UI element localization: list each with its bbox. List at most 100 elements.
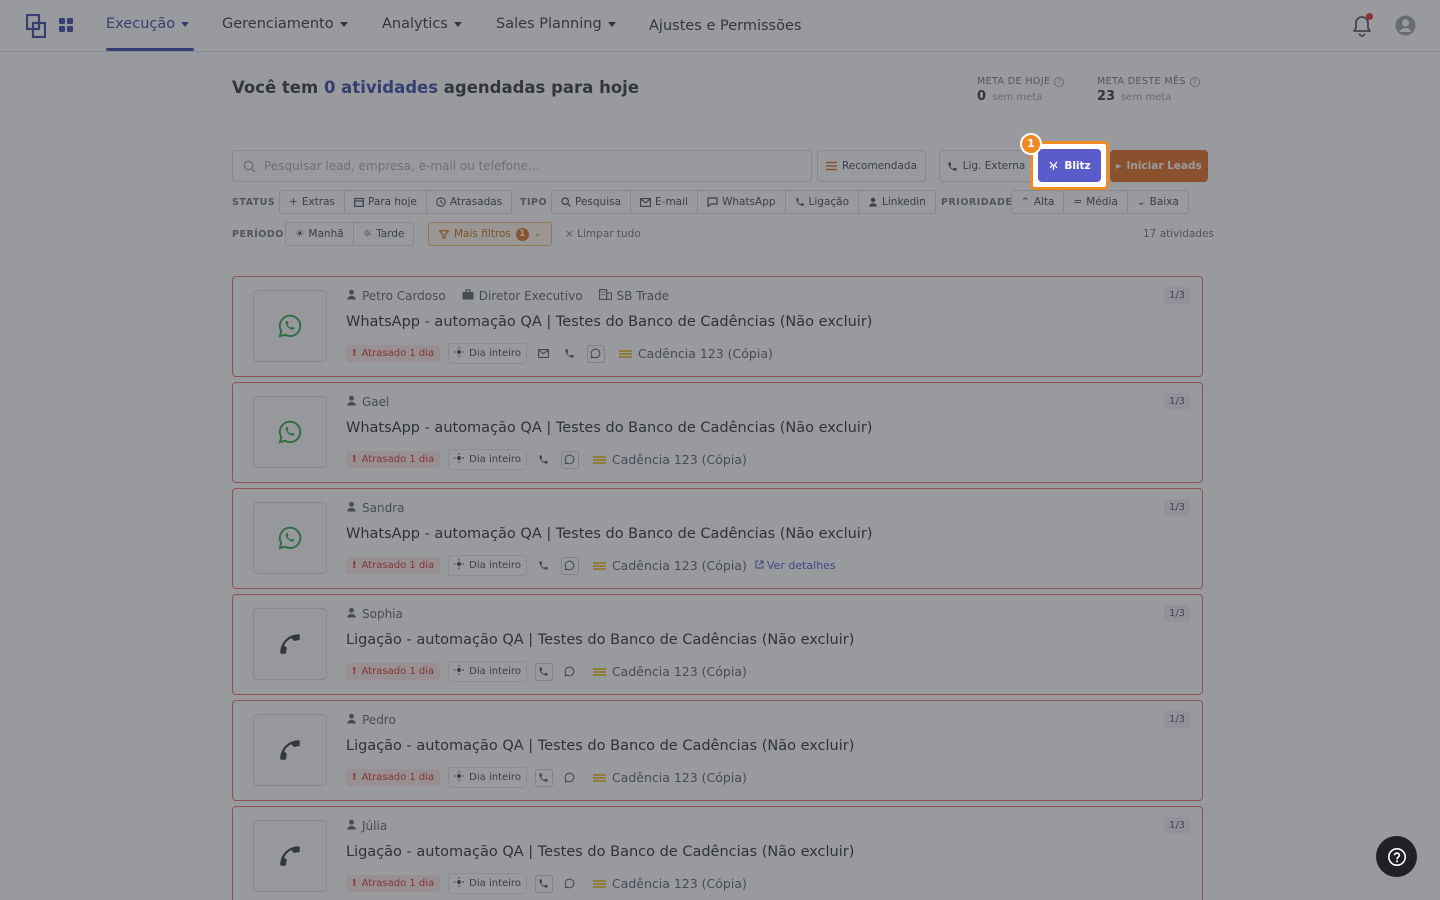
sun-icon xyxy=(454,665,465,678)
all-day-label: Dia inteiro xyxy=(469,348,521,359)
external-link-icon xyxy=(755,559,764,572)
whatsapp-channel-icon[interactable] xyxy=(586,344,605,363)
recommended-sort-button[interactable]: Recomendada xyxy=(817,150,926,182)
cadence-name[interactable]: Cadência 123 (Cópia) xyxy=(612,664,747,679)
cadence-name[interactable]: Cadência 123 (Cópia) xyxy=(612,770,747,785)
person-icon xyxy=(346,395,357,409)
search-input[interactable] xyxy=(264,159,784,173)
filter-para-hoje[interactable]: Para hoje xyxy=(345,191,427,213)
activity-title[interactable]: Ligação - automação QA | Testes do Banco… xyxy=(346,738,854,754)
phone-channel-icon[interactable] xyxy=(561,345,579,363)
building-icon xyxy=(598,289,612,303)
activity-title[interactable]: Ligação - automação QA | Testes do Banco… xyxy=(346,632,854,648)
lead-company[interactable]: SB Trade xyxy=(617,289,670,303)
late-badge: ! Atrasado 1 dia xyxy=(346,663,441,680)
whatsapp-type-tile[interactable] xyxy=(253,290,327,362)
external-call-button[interactable]: Lig. Externa xyxy=(939,150,1032,182)
view-details-link[interactable]: Ver detalhes xyxy=(755,559,836,572)
activity-title[interactable]: WhatsApp - automação QA | Testes do Banc… xyxy=(346,420,872,436)
more-filters-label: Mais filtros xyxy=(454,228,511,240)
phone-channel-icon[interactable] xyxy=(534,662,553,681)
active-tab-indicator xyxy=(106,48,194,51)
goal-today-sub: sem meta xyxy=(992,92,1043,103)
phone-type-tile[interactable] xyxy=(253,608,327,680)
alert-icon: ! xyxy=(352,454,357,465)
sunset-icon: ☼ xyxy=(362,228,373,240)
whatsapp-type-tile[interactable] xyxy=(253,396,327,468)
filter-ligacao[interactable]: Ligação xyxy=(786,191,860,213)
lead-meta: Petro Cardoso Diretor Executivo SB Trade xyxy=(346,289,669,303)
activity-title[interactable]: WhatsApp - automação QA | Testes do Banc… xyxy=(346,314,872,330)
clear-all-button[interactable]: × Limpar tudo xyxy=(565,228,641,240)
filter-manha[interactable]: ☀ Manhã xyxy=(286,223,354,245)
type-filter-label: TIPO xyxy=(520,197,548,208)
filter-pesquisa[interactable]: Pesquisa xyxy=(552,191,632,213)
lead-name[interactable]: Petro Cardoso xyxy=(362,289,446,303)
filter-whatsapp[interactable]: WhatsApp xyxy=(698,191,786,213)
apps-grid-icon[interactable] xyxy=(58,17,74,33)
filter-baixa[interactable]: ⌄ Baixa xyxy=(1128,191,1188,213)
nav-gerenciamento[interactable]: Gerenciamento xyxy=(222,16,348,32)
phone-type-tile[interactable] xyxy=(253,820,327,892)
whatsapp-type-tile[interactable] xyxy=(253,502,327,574)
phone-channel-icon[interactable] xyxy=(534,768,553,787)
lead-name[interactable]: Júlia xyxy=(362,819,387,833)
filter-alta[interactable]: ⌃ Alta xyxy=(1012,191,1065,213)
cadence-step-badge: 1/3 xyxy=(1164,605,1190,622)
help-circle-icon[interactable]: ? xyxy=(1189,76,1200,87)
blitz-icon xyxy=(1049,161,1058,170)
person-icon xyxy=(346,501,357,515)
cadence-name[interactable]: Cadência 123 (Cópia) xyxy=(612,558,747,573)
filter-email[interactable]: E-mail xyxy=(631,191,698,213)
filter-label: Pesquisa xyxy=(575,196,622,208)
filter-linkedin[interactable]: Linkedin xyxy=(859,191,935,213)
filter-media[interactable]: = Média xyxy=(1064,191,1128,213)
nav-ajustes[interactable]: Ajustes e Permissões xyxy=(649,18,801,34)
phone-channel-icon[interactable] xyxy=(535,557,553,575)
phone-channel-icon[interactable] xyxy=(534,874,553,893)
activity-card[interactable]: Gael WhatsApp - automação QA | Testes do … xyxy=(232,382,1203,483)
lead-name[interactable]: Sandra xyxy=(362,501,404,515)
activity-card[interactable]: Pedro Ligação - automação QA | Testes do … xyxy=(232,700,1203,801)
lead-name[interactable]: Gael xyxy=(362,395,389,409)
whatsapp-channel-icon[interactable] xyxy=(561,769,579,787)
cadence-name[interactable]: Cadência 123 (Cópia) xyxy=(612,876,747,891)
whatsapp-channel-icon[interactable] xyxy=(561,663,579,681)
app-logo-icon[interactable] xyxy=(26,14,46,38)
help-button[interactable] xyxy=(1376,836,1417,877)
more-filters-button[interactable]: Mais filtros 1 ⌄ xyxy=(428,222,553,246)
whatsapp-channel-icon[interactable] xyxy=(561,875,579,893)
activity-title[interactable]: WhatsApp - automação QA | Testes do Banc… xyxy=(346,526,872,542)
filter-tarde[interactable]: ☼ Tarde xyxy=(354,223,414,245)
whatsapp-channel-icon[interactable] xyxy=(560,450,579,469)
nav-analytics[interactable]: Analytics xyxy=(382,16,462,32)
mail-channel-icon[interactable] xyxy=(535,345,553,363)
user-avatar-icon[interactable] xyxy=(1395,15,1416,36)
activity-title[interactable]: Ligação - automação QA | Testes do Banco… xyxy=(346,844,854,860)
activity-card[interactable]: Petro Cardoso Diretor Executivo SB Trade Wh… xyxy=(232,276,1203,377)
filter-atrasadas[interactable]: Atrasadas xyxy=(427,191,511,213)
nav-sales-planning[interactable]: Sales Planning xyxy=(496,16,616,32)
activity-card[interactable]: Sophia Ligação - automação QA | Testes do… xyxy=(232,594,1203,695)
nav-execucao[interactable]: Execução xyxy=(106,16,190,32)
help-circle-icon[interactable]: ? xyxy=(1054,76,1065,87)
phone-type-tile[interactable] xyxy=(253,714,327,786)
start-leads-button[interactable]: ▸ Iniciar Leads xyxy=(1110,150,1208,182)
cadence-step-badge: 1/3 xyxy=(1164,499,1190,516)
blitz-button[interactable]: Blitz xyxy=(1038,149,1101,182)
person-icon xyxy=(346,289,357,303)
whatsapp-channel-icon[interactable] xyxy=(560,556,579,575)
lead-name[interactable]: Pedro xyxy=(362,713,396,727)
lead-name[interactable]: Sophia xyxy=(362,607,403,621)
cadence-name[interactable]: Cadência 123 (Cópia) xyxy=(638,346,773,361)
phone-channel-icon[interactable] xyxy=(535,451,553,469)
activity-card[interactable]: Sandra WhatsApp - automação QA | Testes d… xyxy=(232,488,1203,589)
cadence-field: Cadência 123 (Cópia) xyxy=(592,558,747,573)
cadence-name[interactable]: Cadência 123 (Cópia) xyxy=(612,452,747,467)
cadence-field: Cadência 123 (Cópia) xyxy=(618,346,773,361)
all-day-badge: Dia inteiro xyxy=(448,343,527,364)
late-label: Atrasado 1 dia xyxy=(361,666,435,677)
filter-extras[interactable]: + Extras xyxy=(280,191,345,213)
activities-link[interactable]: atividades xyxy=(341,78,438,97)
activity-card[interactable]: Júlia Ligação - automação QA | Testes do … xyxy=(232,806,1203,900)
